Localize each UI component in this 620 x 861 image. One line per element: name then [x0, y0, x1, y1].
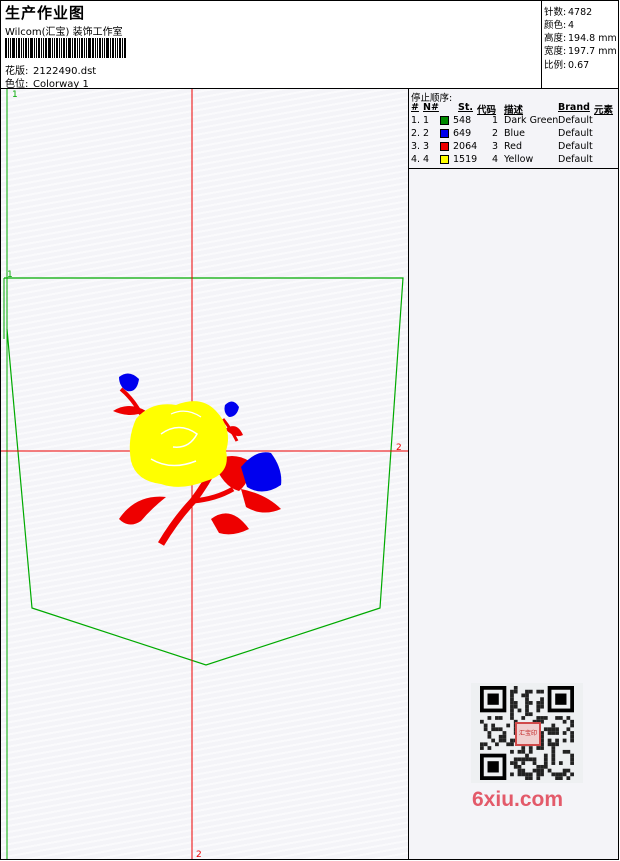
row-code: 4 — [492, 154, 499, 165]
col-header-needle: N# — [423, 102, 439, 113]
yellow-rose-head — [129, 401, 229, 487]
row-desc: Yellow — [504, 154, 534, 165]
row-brand: Default — [558, 141, 593, 152]
rose-embroidery — [113, 373, 282, 546]
blue-bud — [224, 401, 239, 417]
stats-box: 针数: 4782 颜色: 4 高度: 194.8 mm 宽度: 197.7 mm 比例:… — [541, 0, 618, 88]
design-canvas[interactable]: 1 1 2 2 — [1, 89, 408, 859]
row-code: 1 — [492, 115, 499, 126]
row-needle: 2 — [423, 128, 430, 139]
row-stitches: 2064 — [453, 141, 478, 152]
col-header-stitches: St. — [458, 102, 473, 113]
color-swatch — [440, 142, 449, 151]
blue-bud — [241, 452, 282, 492]
studio-name: Wilcom(汇宝) 装饰工作室 — [5, 27, 123, 38]
col-header-brand: Brand — [558, 102, 590, 113]
watermark-text: 6xiu.com — [472, 788, 564, 811]
guide-label-right: 2 — [396, 443, 402, 453]
guide-label-mid-left: 1 — [7, 270, 13, 280]
stop-row[interactable]: 2. 2 649 2 Blue Default — [409, 128, 618, 141]
guide-label-top-left: 1 — [12, 90, 18, 100]
color-swatch — [440, 155, 449, 164]
guide-label-bottom: 2 — [196, 850, 202, 859]
seal-stamp: 汇宝印 — [515, 722, 541, 746]
row-code: 2 — [492, 128, 499, 139]
stat-width: 宽度: 197.7 mm — [544, 46, 617, 57]
rose-leaf — [211, 513, 249, 535]
color-swatch — [440, 129, 449, 138]
sheet-header: 生产作业图 Wilcom(汇宝) 装饰工作室 花版: 2122490.dst 色位… — [0, 0, 618, 90]
row-desc: Red — [504, 141, 523, 152]
stat-height: 高度: 194.8 mm — [544, 33, 617, 44]
col-header-code: 代码 — [477, 105, 497, 116]
col-header-desc: 描述 — [504, 105, 524, 116]
rose-leaf — [241, 489, 281, 513]
row-stitches: 548 — [453, 115, 472, 126]
row-desc: Blue — [504, 128, 526, 139]
stat-stitch-count: 针数: 4782 — [544, 7, 593, 18]
row-num: 3. — [411, 141, 421, 152]
color-swatch — [440, 116, 449, 125]
col-header-element: 元素 — [594, 105, 614, 116]
panel-header-divider — [409, 168, 618, 169]
row-brand: Default — [558, 115, 593, 126]
stat-scale: 比例: 0.67 — [544, 60, 590, 71]
row-brand: Default — [558, 128, 593, 139]
row-num: 4. — [411, 154, 421, 165]
row-needle: 1 — [423, 115, 430, 126]
row-needle: 3 — [423, 141, 430, 152]
row-brand: Default — [558, 154, 593, 165]
row-num: 1. — [411, 115, 421, 126]
col-header-num: # — [411, 102, 419, 113]
stat-color-count: 颜色: 4 — [544, 20, 575, 31]
row-stitches: 1519 — [453, 154, 478, 165]
stop-row[interactable]: 3. 3 2064 3 Red Default — [409, 141, 618, 154]
rose-leaf — [119, 496, 166, 525]
row-code: 3 — [492, 141, 499, 152]
barcode — [5, 38, 140, 58]
row-desc: Dark Green — [504, 115, 559, 126]
design-preview: 1 1 2 2 — [1, 89, 408, 859]
row-stitches: 649 — [453, 128, 472, 139]
sheet-title: 生产作业图 — [5, 4, 86, 22]
row-num: 2. — [411, 128, 421, 139]
row-needle: 4 — [423, 154, 430, 165]
stop-row[interactable]: 4. 4 1519 4 Yellow Default — [409, 154, 618, 167]
stop-row[interactable]: 1. 1 548 1 Dark Green Default — [409, 115, 618, 128]
